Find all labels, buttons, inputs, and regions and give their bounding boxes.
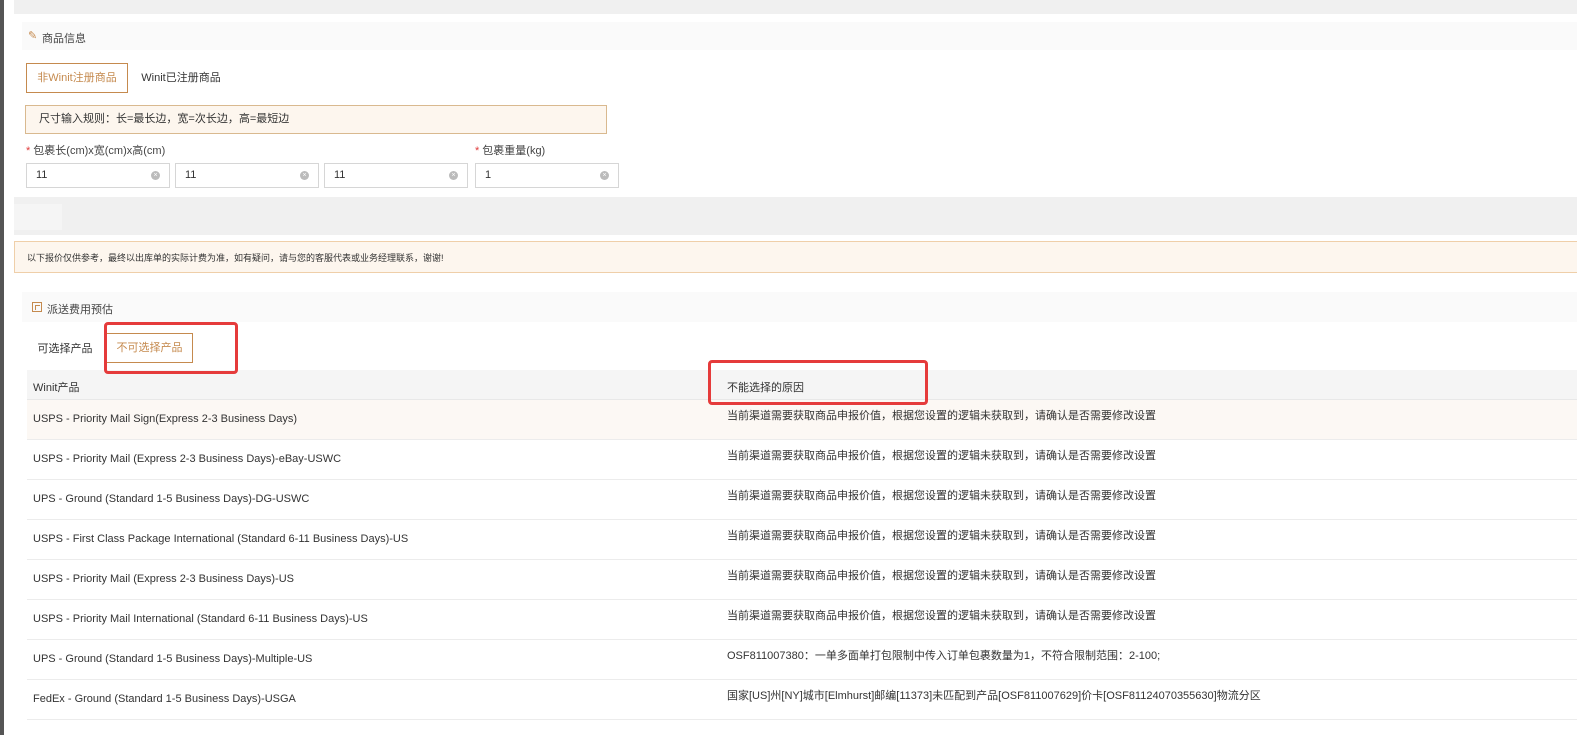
required-mark: * [475,145,480,157]
table-row: USPS - First Class Package International… [27,520,1577,560]
left-edge-border [0,0,4,735]
required-mark: * [26,145,31,157]
tab-label: Winit已注册商品 [141,72,221,84]
cell-reason: OSF811007380：一单多面单打包限制中传入订单包裹数量为1，不符合限制范… [727,650,1161,662]
width-input-wrap: × [175,163,319,188]
tab-label: 不可选择产品 [116,342,183,354]
weight-input-wrap: × [475,163,619,188]
estimate-title: 派送费用预估 [47,304,113,316]
tab-selectable-products[interactable]: 可选择产品 [29,334,101,364]
cell-reason: 当前渠道需要获取商品申报价值，根据您设置的逻辑未获取到，请确认是否需要修改设置 [727,410,1156,422]
cell-product: USPS - Priority Mail Sign(Express 2-3 Bu… [33,413,298,425]
cell-product: FedEx - Ground (Standard 1-5 Business Da… [33,693,296,705]
cell-reason: 当前渠道需要获取商品申报价值，根据您设置的逻辑未获取到，请确认是否需要修改设置 [727,570,1156,582]
cell-product: USPS - Priority Mail International (Stan… [33,613,368,625]
table-row: USPS - Priority Mail International (Stan… [27,600,1577,640]
tab-label: 可选择产品 [37,343,93,355]
weight-input[interactable] [476,164,595,186]
brush-icon: ✎ [28,30,38,42]
table-row: USPS - Priority Mail Sign(Express 2-3 Bu… [27,400,1577,440]
cell-product: USPS - First Class Package International… [33,533,409,545]
height-input-wrap: × [324,163,468,188]
tab-winit-registered-goods[interactable]: Winit已注册商品 [132,63,230,93]
width-input[interactable] [176,164,295,186]
dimensions-label-text: 包裹长(cm)x宽(cm)x高(cm) [33,145,166,157]
tab-non-winit-goods[interactable]: 非Winit注册商品 [26,63,128,93]
cell-reason: 当前渠道需要获取商品申报价值，根据您设置的逻辑未获取到，请确认是否需要修改设置 [727,610,1156,622]
cell-product: UPS - Ground (Standard 1-5 Business Days… [33,653,313,665]
table-row: USPS - Priority Mail (Express 2-3 Busine… [27,440,1577,480]
length-input-wrap: × [26,163,170,188]
clear-icon[interactable]: × [300,171,309,180]
dimensions-label: * 包裹长(cm)x宽(cm)x高(cm) [26,142,165,158]
price-notice: 以下报价仅供参考，最终以出库单的实际计费为准，如有疑问，请与您的客服代表或业务经… [14,241,1577,273]
clear-icon[interactable]: × [449,171,458,180]
size-rule-box: 尺寸输入规则：长=最长边，宽=次长边，高=最短边 [25,105,607,134]
clear-icon[interactable]: × [151,171,160,180]
gray-band-block [14,204,62,230]
cell-reason: 当前渠道需要获取商品申报价值，根据您设置的逻辑未获取到，请确认是否需要修改设置 [727,490,1156,502]
table-row: UPS - Ground (Standard 1-5 Business Days… [27,640,1577,680]
estimate-header: 派送费用预估 [22,292,1577,322]
tab-unselectable-products[interactable]: 不可选择产品 [106,333,193,363]
weight-label: * 包裹重量(kg) [475,142,545,158]
cell-product: USPS - Priority Mail (Express 2-3 Busine… [33,573,295,585]
goods-info-title: 商品信息 [42,33,86,45]
table-row: FedEx - Ground (Standard 1-5 Business Da… [27,680,1577,720]
table-row: USPS - Priority Mail (Express 2-3 Busine… [27,560,1577,600]
header-winit-product: Winit产品 [33,382,80,394]
tab-label: 非Winit注册商品 [37,72,117,84]
cell-product: UPS - Ground (Standard 1-5 Business Days… [33,493,310,505]
clear-icon[interactable]: × [600,171,609,180]
weight-label-text: 包裹重量(kg) [482,145,546,157]
cell-product: USPS - Priority Mail (Express 2-3 Busine… [33,453,342,465]
calculator-icon [32,302,42,312]
height-input[interactable] [325,164,444,186]
top-strip [14,0,1577,14]
cell-reason: 当前渠道需要获取商品申报价值，根据您设置的逻辑未获取到，请确认是否需要修改设置 [727,450,1156,462]
goods-info-header: ✎ 商品信息 [22,22,1577,50]
header-reason: 不能选择的原因 [727,382,804,394]
cell-reason: 当前渠道需要获取商品申报价值，根据您设置的逻辑未获取到，请确认是否需要修改设置 [727,530,1156,542]
table-header: Winit产品 不能选择的原因 [27,370,1577,400]
gray-divider-band [14,197,1577,235]
table-row: UPS - Ground (Standard 1-5 Business Days… [27,480,1577,520]
length-input[interactable] [27,164,146,186]
cell-reason: 国家[US]州[NY]城市[Elmhurst]邮编[11373]未匹配到产品[O… [727,690,1261,702]
